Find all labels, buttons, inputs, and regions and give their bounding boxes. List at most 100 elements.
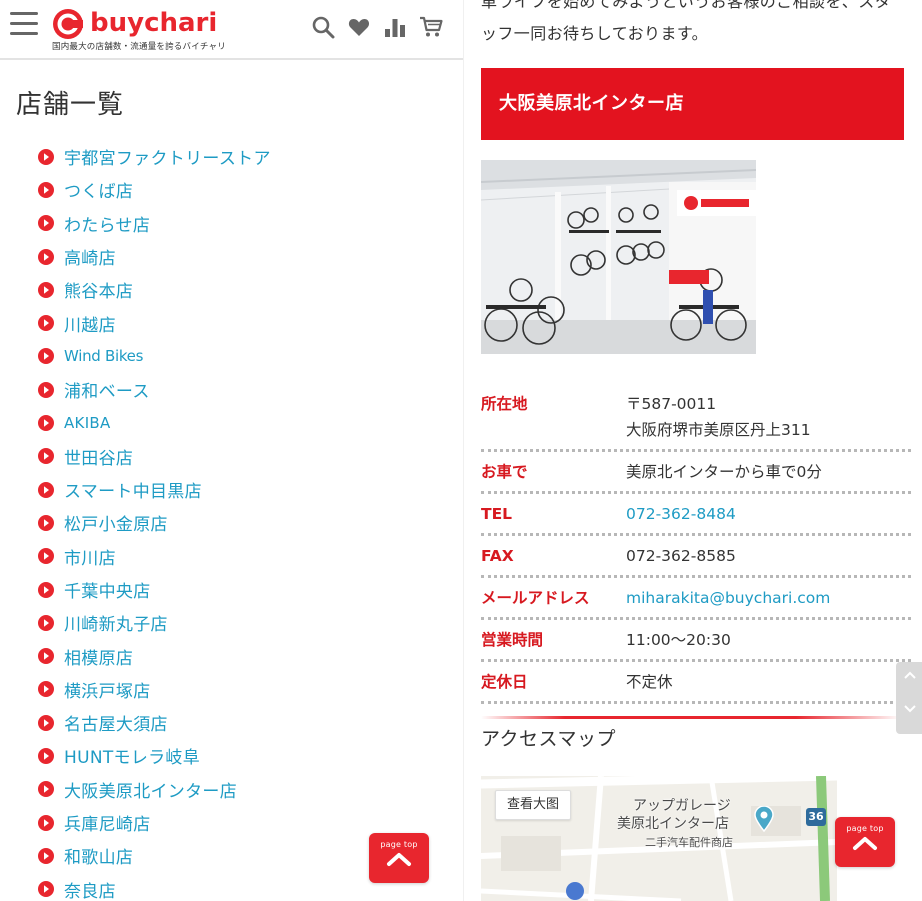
store-link[interactable]: 千葉中央店: [38, 573, 271, 606]
store-link-label: 大阪美原北インター店: [64, 781, 237, 802]
info-row-holiday: 定休日 不定休: [481, 662, 911, 704]
store-link[interactable]: 和歌山店: [38, 839, 271, 872]
page-top-button[interactable]: page top: [835, 817, 895, 867]
store-link-label: 松戸小金原店: [64, 515, 168, 536]
route-number-badge: 36: [806, 808, 826, 826]
logo-tagline: 国内最大の店舗数・流通量を誇るバイチャリ: [52, 42, 226, 52]
store-link[interactable]: HUNTモレラ岐阜: [38, 739, 271, 772]
heart-icon[interactable]: [347, 15, 371, 39]
fax-value: 072-362-8585: [626, 547, 736, 565]
store-link-label: 和歌山店: [64, 848, 134, 869]
hours-label: 営業時間: [481, 631, 544, 649]
arrow-right-icon: [38, 548, 54, 565]
hours-value: 11:00〜20:30: [626, 631, 731, 649]
store-name-banner: 大阪美原北インター店: [481, 68, 904, 140]
store-link[interactable]: AKIBA: [38, 406, 271, 439]
tel-label: TEL: [481, 505, 513, 523]
page-title: 店舗一覧: [16, 90, 125, 120]
store-link-label: AKIBA: [64, 414, 111, 433]
logo-mark-icon: [53, 9, 83, 39]
store-link[interactable]: 川崎新丸子店: [38, 606, 271, 639]
chevron-up-icon: [903, 671, 916, 679]
store-link-label: 奈良店: [64, 881, 116, 901]
car-label: お車で: [481, 463, 528, 481]
store-link-label: 世田谷店: [64, 448, 134, 469]
store-link-label: Wind Bikes: [64, 347, 144, 366]
holiday-value: 不定休: [626, 673, 673, 691]
arrow-right-icon: [38, 281, 54, 298]
arrow-right-icon: [38, 248, 54, 265]
car-value: 美原北インターから車で0分: [626, 463, 822, 481]
access-map[interactable]: 查看大图 アップガレージ 美原北インター店 二手汽车配件商店 36: [481, 776, 837, 901]
tel-link[interactable]: 072-362-8484: [626, 501, 736, 527]
arrow-right-icon: [38, 581, 54, 598]
store-link[interactable]: 高崎店: [38, 240, 271, 273]
page-top-label: page top: [380, 840, 418, 849]
site-header: buychari 国内最大の店舗数・流通量を誇るバイチャリ: [0, 0, 463, 60]
postal-code: 〒587-0011: [626, 395, 717, 413]
store-link-label: 名古屋大須店: [64, 715, 168, 736]
info-row-fax: FAX 072-362-8585: [481, 536, 911, 578]
arrow-right-icon: [38, 648, 54, 665]
store-link[interactable]: 浦和ベース: [38, 373, 271, 406]
chevron-up-icon: [853, 837, 877, 850]
store-link[interactable]: つくば店: [38, 173, 271, 206]
address-label: 所在地: [481, 395, 528, 413]
mail-link[interactable]: miharakita@buychari.com: [626, 585, 830, 611]
store-info-table: 所在地 〒587-0011 大阪府堺市美原区丹上311 お車で 美原北インターか…: [481, 384, 911, 704]
store-link[interactable]: 市川店: [38, 540, 271, 573]
arrow-right-icon: [38, 481, 54, 498]
page-top-button[interactable]: page top: [369, 833, 429, 883]
ranking-icon[interactable]: [383, 15, 407, 39]
store-link[interactable]: 兵庫尼崎店: [38, 806, 271, 839]
mail-label: メールアドレス: [481, 589, 590, 607]
store-list-panel: buychari 国内最大の店舗数・流通量を誇るバイチャリ 店舗一覧 宇都宮ファ…: [0, 0, 463, 901]
info-row-hours: 営業時間 11:00〜20:30: [481, 620, 911, 662]
fax-label: FAX: [481, 547, 514, 565]
store-link[interactable]: 横浜戸塚店: [38, 673, 271, 706]
info-row-mail: メールアドレス miharakita@buychari.com: [481, 578, 911, 620]
arrow-right-icon: [38, 148, 54, 165]
store-link[interactable]: 松戸小金原店: [38, 506, 271, 539]
arrow-right-icon: [38, 814, 54, 831]
buychari-logo[interactable]: buychari 国内最大の店舗数・流通量を誇るバイチャリ: [52, 6, 227, 54]
store-link[interactable]: 大阪美原北インター店: [38, 773, 271, 806]
store-link[interactable]: 熊谷本店: [38, 273, 271, 306]
store-detail-panel: 車ライフを始めてみようというお客様のご相談を、スタ ッフ一同お待ちしております。…: [463, 0, 922, 901]
store-link[interactable]: スマート中目黒店: [38, 473, 271, 506]
store-photo: [481, 160, 756, 354]
intro-text: 車ライフを始めてみようというお客様のご相談を、スタ ッフ一同お待ちしております。: [481, 0, 911, 50]
store-link-label: 川越店: [64, 315, 116, 336]
store-link-label: 相模原店: [64, 648, 134, 669]
store-link[interactable]: Wind Bikes: [38, 340, 271, 373]
map-pin-icon[interactable]: [753, 806, 775, 832]
map-place-branch: 美原北インター店: [617, 816, 729, 832]
store-link[interactable]: 川越店: [38, 306, 271, 339]
store-link-label: わたらせ店: [64, 215, 151, 236]
store-link-label: 浦和ベース: [64, 382, 150, 403]
store-link[interactable]: わたらせ店: [38, 207, 271, 240]
store-link[interactable]: 相模原店: [38, 639, 271, 672]
search-icon[interactable]: [311, 15, 335, 39]
arrow-right-icon: [38, 781, 54, 798]
store-link[interactable]: 奈良店: [38, 873, 271, 901]
store-link-label: 宇都宮ファクトリーストア: [64, 149, 271, 170]
info-row-tel: TEL 072-362-8484: [481, 494, 911, 536]
store-link[interactable]: 世田谷店: [38, 440, 271, 473]
view-larger-map-button[interactable]: 查看大图: [495, 790, 571, 820]
store-link-label: 川崎新丸子店: [64, 615, 168, 636]
arrow-right-icon: [38, 448, 54, 465]
store-link[interactable]: 宇都宮ファクトリーストア: [38, 140, 271, 173]
store-link-label: 高崎店: [64, 249, 116, 270]
chevron-down-icon: [903, 705, 916, 713]
store-link[interactable]: 名古屋大須店: [38, 706, 271, 739]
cart-icon[interactable]: [419, 15, 443, 39]
arrow-right-icon: [38, 614, 54, 631]
store-link-label: 市川店: [64, 548, 116, 569]
scroll-handle[interactable]: [896, 662, 922, 734]
store-link-label: 千葉中央店: [64, 582, 151, 602]
arrow-right-icon: [38, 181, 54, 198]
menu-icon[interactable]: [10, 12, 40, 38]
arrow-right-icon: [38, 514, 54, 531]
arrow-right-icon: [38, 415, 54, 432]
